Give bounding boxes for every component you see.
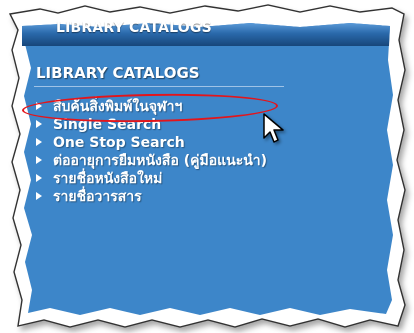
menu-item-one-stop-search[interactable]: One Stop Search xyxy=(36,134,267,152)
triangle-right-icon xyxy=(36,156,42,164)
mouse-pointer-icon xyxy=(263,113,284,143)
menu-item-new-books[interactable]: รายชื่อหนังสือใหม่ xyxy=(36,170,267,188)
menu-item-journal-list[interactable]: รายชื่อวารสาร xyxy=(36,188,267,206)
triangle-right-icon xyxy=(36,120,42,128)
section-title: LIBRARY CATALOGS xyxy=(36,64,200,82)
menu-item-label: ต่ออายุการยืมหนังสือ (คู่มือแนะนำ) xyxy=(53,153,268,169)
triangle-right-icon xyxy=(36,192,42,200)
menu-item-label: รายชื่อหนังสือใหม่ xyxy=(53,171,163,187)
menu-item-label: One Stop Search xyxy=(53,135,185,151)
triangle-right-icon xyxy=(36,138,42,146)
triangle-right-icon xyxy=(36,174,42,182)
menu-item-renew-loans[interactable]: ต่ออายุการยืมหนังสือ (คู่มือแนะนำ) xyxy=(36,152,267,170)
panel-header-title: LIBRARY CATALOGS xyxy=(56,20,212,36)
menu-item-label: รายชื่อวารสาร xyxy=(53,189,142,205)
section-divider xyxy=(34,86,284,87)
